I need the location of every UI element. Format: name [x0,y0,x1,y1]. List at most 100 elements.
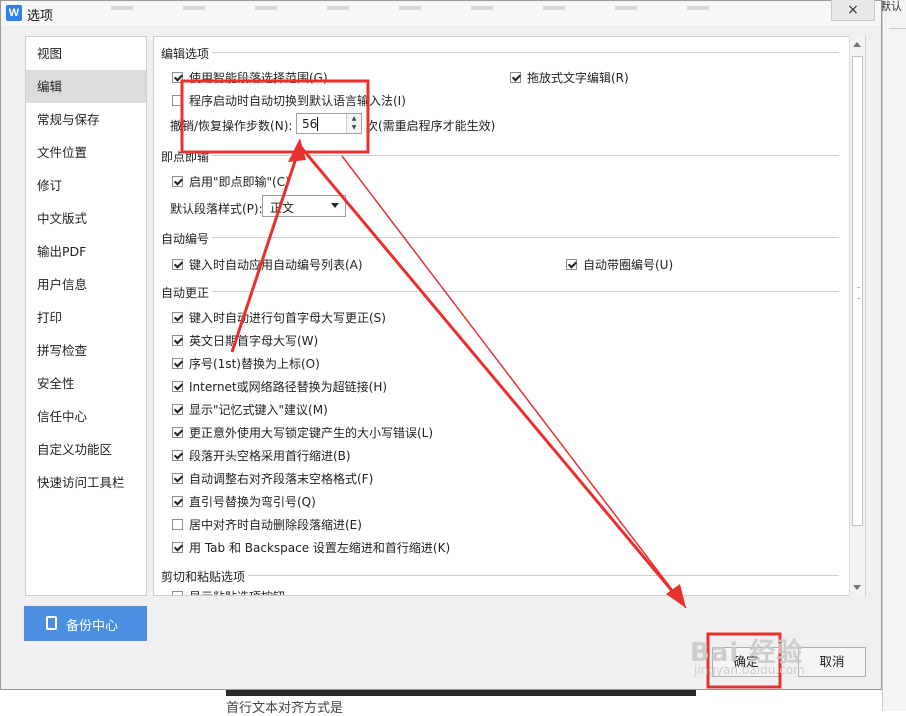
sidebar-item-view[interactable]: 视图 [26,37,146,70]
option-label: 程序启动时自动切换到默认语言输入法(I) [189,94,406,108]
checkbox-click-and-type[interactable] [172,176,183,187]
option-auto-correct-8[interactable]: 直引号替换为弯引号(Q) [172,493,316,510]
section-divider [212,237,839,238]
checkbox-paste-button[interactable] [172,591,183,595]
sidebar-item-security[interactable]: 安全性 [26,367,146,400]
option-auto-correct-5[interactable]: 更正意外使用大写锁定键产生的大小写错误(L) [172,424,433,441]
option-label: 键入时自动进行句首字母大写更正(S) [189,311,386,325]
backup-center-button[interactable]: 备份中心 [24,606,147,641]
sidebar-item-user-info[interactable]: 用户信息 [26,268,146,301]
checkbox[interactable] [172,427,183,438]
sidebar-item-customize-ribbon[interactable]: 自定义功能区 [26,433,146,466]
section-title-auto-correct: 自动更正 [161,286,210,300]
default-style-value: 正文 [270,201,295,215]
option-auto-correct-4[interactable]: 显示"记忆式键入"建议(M) [172,401,328,418]
option-drag-text[interactable]: 拖放式文字编辑(R) [510,69,629,86]
option-label: 段落开头空格采用首行缩进(B) [189,449,351,463]
option-label: 更正意外使用大写锁定键产生的大小写错误(L) [189,426,434,440]
option-label: 显示粘贴选项按钮 [189,588,285,595]
sidebar-item-spelling[interactable]: 拼写检查 [26,334,146,367]
option-label: Internet或网络路径替换为超链接(H) [189,380,388,394]
sidebar-item-file-location[interactable]: 文件位置 [26,136,146,169]
checkbox-circle-number[interactable] [566,259,577,270]
background-document-text: 首行文本对齐方式是 [226,701,344,716]
checkbox[interactable] [172,358,183,369]
option-label: 英文日期首字母大写(W) [189,334,319,348]
option-circle-number[interactable]: 自动带圈编号(U) [566,256,673,273]
checkbox[interactable] [172,450,183,461]
section-title-click-type: 即点即输 [161,150,210,164]
option-label: 直引号替换为弯引号(Q) [189,495,316,509]
chevron-down-icon [331,203,339,208]
checkbox-smart-paragraph[interactable] [172,72,183,83]
sidebar-item-chinese-layout[interactable]: 中文版式 [26,202,146,235]
checkbox-auto-list[interactable] [172,259,183,270]
scroll-up-icon[interactable] [853,42,861,47]
checkbox[interactable] [172,335,183,346]
background-corner-text: 默认 [880,0,902,13]
options-scrollbar[interactable] [849,36,865,596]
option-smart-paragraph[interactable]: 使用智能段落选择范围(G) [172,69,328,86]
scroll-down-icon[interactable] [853,585,861,590]
backup-center-label: 备份中心 [66,619,119,634]
checkbox[interactable] [172,496,183,507]
text-cursor [317,117,318,131]
section-title-auto-number: 自动编号 [161,232,210,246]
checkbox[interactable] [172,404,183,415]
option-click-and-type[interactable]: 启用"即点即输"(C) [172,173,290,190]
section-title-cut-paste: 剪切和粘贴选项 [161,570,246,584]
sidebar-item-print[interactable]: 打印 [26,301,146,334]
sidebar-item-revision[interactable]: 修订 [26,169,146,202]
option-label: 居中对齐时自动删除段落缩进(E) [189,518,362,532]
spin-down-icon[interactable]: ▼ [347,123,361,132]
background-window-edge [882,0,906,711]
scrollbar-thumb[interactable] [852,56,863,526]
sidebar-item-export-pdf[interactable]: 输出PDF [26,235,146,268]
checkbox[interactable] [172,381,183,392]
background-document-strip: 首行文本对齐方式是 [0,690,882,716]
option-label: 用 Tab 和 Backspace 设置左缩进和首行缩进(K) [189,541,451,555]
sidebar-item-general-save[interactable]: 常规与保存 [26,103,146,136]
checkbox[interactable] [172,519,183,530]
cancel-button[interactable]: 取消 [798,647,866,677]
option-auto-correct-3[interactable]: Internet或网络路径替换为超链接(H) [172,378,387,395]
undo-steps-value: 56 [302,117,318,131]
checkbox-drag-text[interactable] [510,72,521,83]
spin-arrows[interactable]: ▲ ▼ [346,114,361,133]
default-style-select[interactable]: 正文 [262,195,346,217]
checkbox[interactable] [172,473,183,484]
option-label: 序号(1st)替换为上标(O) [189,357,320,371]
option-auto-correct-2[interactable]: 序号(1st)替换为上标(O) [172,355,320,372]
background-toolbar-remnant [111,0,831,10]
title-bar: W 选项 × [1,0,881,25]
undo-steps-label: 撤销/恢复操作步数(N): [170,119,293,133]
option-auto-list[interactable]: 键入时自动应用自动编号列表(A) [172,256,363,273]
options-sidebar: 视图 编辑 常规与保存 文件位置 修订 中文版式 输出PDF 用户信息 打印 拼… [25,36,147,596]
option-auto-correct-6[interactable]: 段落开头空格采用首行缩进(B) [172,447,351,464]
sidebar-item-trust-center[interactable]: 信任中心 [26,400,146,433]
checkbox[interactable] [172,542,183,553]
option-auto-ime[interactable]: 程序启动时自动切换到默认语言输入法(I) [172,92,406,109]
wps-writer-icon: W [6,5,22,21]
option-auto-correct-10[interactable]: 用 Tab 和 Backspace 设置左缩进和首行缩进(K) [172,539,450,556]
sidebar-item-edit[interactable]: 编辑 [26,70,146,103]
section-title-edit-options: 编辑选项 [161,47,210,61]
spin-up-icon[interactable]: ▲ [347,114,361,123]
option-auto-correct-7[interactable]: 自动调整右对齐段落末空格格式(F) [172,470,373,487]
ok-button[interactable]: 确定 [712,647,780,677]
option-label: 拖放式文字编辑(R) [527,71,629,85]
sidebar-item-quick-access-toolbar[interactable]: 快速访问工具栏 [26,466,146,499]
option-auto-correct-0[interactable]: 键入时自动进行句首字母大写更正(S) [172,309,386,326]
option-label: 自动带圈编号(U) [583,258,674,272]
checkbox-auto-ime[interactable] [172,95,183,106]
option-label: 使用智能段落选择范围(G) [189,71,328,85]
option-paste-button[interactable]: 显示粘贴选项按钮 [172,588,285,595]
checkbox[interactable] [172,312,183,323]
option-label: 显示"记忆式键入"建议(M) [189,403,328,417]
option-auto-correct-9[interactable]: 居中对齐时自动删除段落缩进(E) [172,516,362,533]
close-button[interactable]: × [831,0,875,21]
option-label: 启用"即点即输"(C) [189,175,290,189]
option-auto-correct-1[interactable]: 英文日期首字母大写(W) [172,332,318,349]
options-dialog: W 选项 × 视图 编辑 常规与保存 文件位置 修订 中文版式 输出PDF 用户… [0,0,882,690]
undo-steps-spinbox[interactable]: 56 ▲ ▼ [296,113,362,134]
